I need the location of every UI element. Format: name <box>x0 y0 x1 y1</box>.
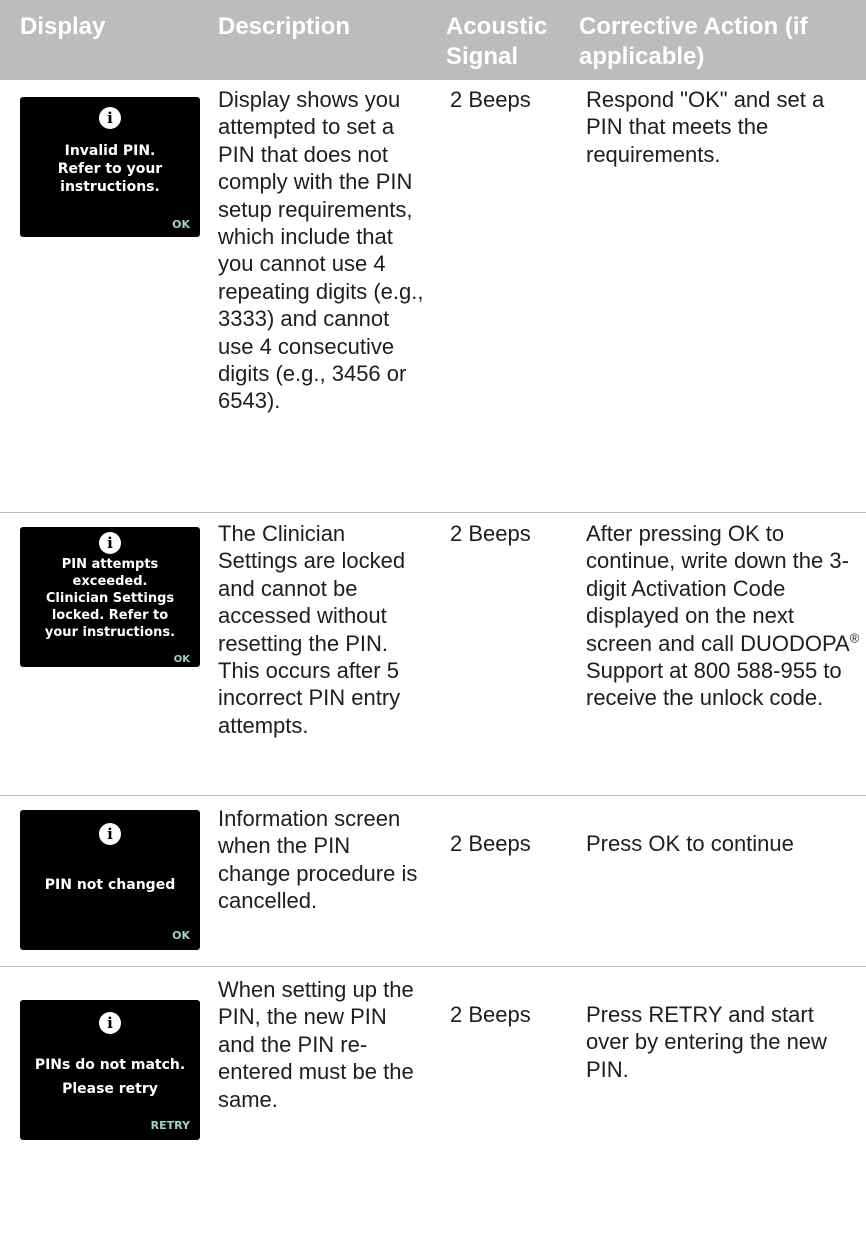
row-acoustic-signal: 2 Beeps <box>450 521 531 546</box>
screen-retry-softkey: RETRY <box>150 1119 190 1132</box>
row-description: Display shows you attempted to set a PIN… <box>218 87 424 414</box>
row-corrective-action: Press OK to continue <box>586 831 794 856</box>
table-header: Display Description Acoustic Signal Corr… <box>0 0 866 80</box>
row-divider <box>0 966 866 967</box>
screen-message: PIN not changed <box>44 877 176 893</box>
row-description: Information screen when the PIN change p… <box>218 806 418 914</box>
screen-message: PIN attempts exceeded. Clinician Setting… <box>44 557 176 640</box>
row-acoustic-signal: 2 Beeps <box>450 1002 531 1027</box>
row-acoustic-signal: 2 Beeps <box>450 831 531 856</box>
pump-screen-image: i PIN not changed OK <box>20 810 200 950</box>
pump-screen-image: i Invalid PIN. Refer to your instruction… <box>20 97 200 237</box>
screen-message: PINs do not match. Please retry <box>34 1057 186 1097</box>
row-corrective-action: Respond "OK" and set a PIN that meets th… <box>586 87 825 167</box>
header-acoustic-signal: Acoustic Signal <box>446 13 548 70</box>
screen-ok-softkey: OK <box>173 654 190 665</box>
screen-ok-softkey: OK <box>172 929 190 942</box>
row-corrective-action: Press RETRY and start over by entering t… <box>586 1002 827 1082</box>
info-icon: i <box>99 823 121 845</box>
row-divider <box>0 795 866 796</box>
screen-ok-softkey: OK <box>172 218 190 231</box>
row-description: When setting up the PIN, the new PIN and… <box>218 977 414 1112</box>
row-corrective-action: After pressing OK to continue, write dow… <box>586 520 861 712</box>
screen-message: Invalid PIN. Refer to your instructions. <box>57 143 163 195</box>
action-text: Support at 800 588-955 to receive the un… <box>586 658 842 711</box>
header-description: Description <box>218 13 351 40</box>
row-description: The Clinician Settings are locked and ca… <box>218 521 406 738</box>
pump-screen-image: i PINs do not match. Please retry RETRY <box>20 1000 200 1140</box>
action-text: After pressing OK to continue, write dow… <box>586 521 850 656</box>
info-icon: i <box>99 107 121 129</box>
row-acoustic-signal: 2 Beeps <box>450 87 531 112</box>
header-corrective-action: Corrective Action (if applicable) <box>579 13 808 70</box>
header-display: Display <box>20 13 106 40</box>
info-icon: i <box>99 532 121 554</box>
pump-screen-image: i PIN attempts exceeded. Clinician Setti… <box>20 527 200 667</box>
row-divider <box>0 512 866 513</box>
info-icon: i <box>99 1012 121 1034</box>
registered-mark: ® <box>849 630 860 646</box>
